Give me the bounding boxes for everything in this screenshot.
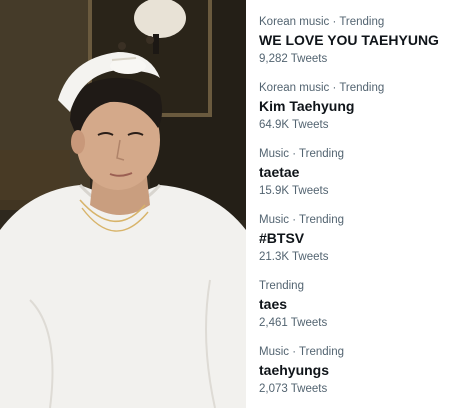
trend-count: 21.3K Tweets (259, 251, 329, 263)
trend-item[interactable]: Music · Trending taetae 15.9K Tweets (259, 147, 471, 209)
trend-item[interactable]: Music · Trending #BTSV 21.3K Tweets (259, 213, 471, 275)
trend-context: Korean music · Trending (259, 16, 385, 28)
trend-item[interactable]: Trending taes 2,461 Tweets (259, 279, 471, 341)
trend-context: Music · Trending (259, 346, 345, 358)
trend-count: 2,461 Tweets (259, 317, 328, 329)
trend-context: Korean music · Trending (259, 82, 385, 94)
trend-name[interactable]: #BTSV (259, 229, 471, 247)
trend-count: 9,282 Tweets (259, 53, 328, 65)
trend-name[interactable]: taehyungs (259, 361, 471, 379)
trend-name[interactable]: WE LOVE YOU TAEHYUNG (259, 31, 471, 49)
trend-item[interactable]: Korean music · Trending WE LOVE YOU TAEH… (259, 15, 471, 77)
trend-item[interactable]: Korean music · Trending Kim Taehyung 64.… (259, 81, 471, 143)
trend-context: Music · Trending (259, 214, 345, 226)
trend-count: 64.9K Tweets (259, 119, 329, 131)
portrait-illustration (0, 0, 246, 408)
portrait-photo (0, 0, 246, 408)
trend-name[interactable]: Kim Taehyung (259, 97, 471, 115)
trend-count: 2,073 Tweets (259, 383, 328, 395)
trend-item[interactable]: Music · Trending taehyungs 2,073 Tweets (259, 345, 471, 407)
trend-name[interactable]: taetae (259, 163, 471, 181)
trend-name[interactable]: taes (259, 295, 471, 313)
trends-panel: Korean music · Trending WE LOVE YOU TAEH… (246, 0, 474, 408)
trend-context: Music · Trending (259, 148, 345, 160)
trend-count: 15.9K Tweets (259, 185, 329, 197)
trend-context: Trending (259, 280, 304, 292)
